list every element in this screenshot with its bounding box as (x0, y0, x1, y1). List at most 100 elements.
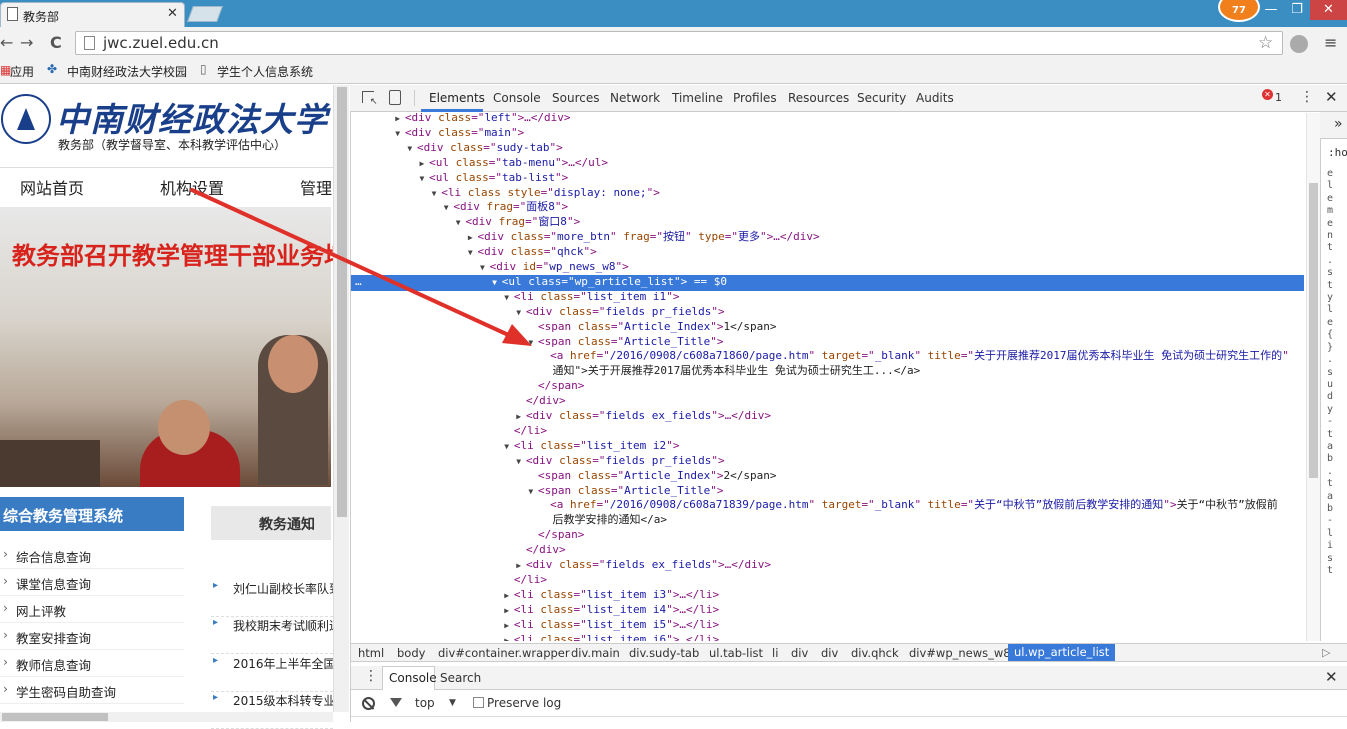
page-scrollbar[interactable] (333, 85, 349, 712)
collapse-node-icon[interactable]: ▼ (420, 174, 430, 183)
attr-name[interactable]: id (523, 260, 536, 273)
page-hscrollbar[interactable] (0, 712, 333, 722)
device-mode-icon[interactable] (389, 90, 401, 105)
dom-node[interactable]: 通知">关于开展推荐2017届优秀本科毕业生 免试为硕士研究生工...</a> (553, 364, 921, 380)
context-select[interactable]: top (415, 696, 435, 710)
attr-value[interactable]: /2016/0908/c608a71839/page.htm (610, 498, 809, 511)
collapse-node-icon[interactable]: ▼ (504, 442, 514, 451)
tab-audits[interactable]: Audits (916, 91, 954, 105)
address-bar[interactable]: jwc.zuel.edu.cn (75, 31, 1283, 55)
dom-node[interactable]: ▼ <div frag="窗口8"> (456, 215, 580, 231)
tab-console[interactable]: Console (493, 91, 541, 105)
attr-value[interactable]: /2016/0908/c608a71860/page.htm (610, 349, 809, 362)
styles-hover-toggle[interactable]: :ho (1328, 146, 1347, 159)
system-link[interactable]: 综合信息查询 (0, 542, 184, 569)
attr-name[interactable]: title (921, 349, 961, 362)
attr-value[interactable]: tab-list (502, 171, 555, 184)
new-tab-button[interactable] (187, 6, 223, 22)
tab-security[interactable]: Security (857, 91, 906, 105)
dom-node[interactable]: </div> (516, 394, 566, 410)
scroll-thumb[interactable] (337, 87, 347, 517)
dom-node[interactable]: ▶ <div class="fields ex_fields">…</div> (516, 558, 771, 574)
dom-node[interactable]: ▼ <div class="main"> (395, 126, 524, 142)
attr-name[interactable]: class (578, 484, 611, 497)
attr-name[interactable]: class (540, 439, 573, 452)
attr-name[interactable]: frag (617, 230, 650, 243)
collapse-node-icon[interactable]: ▼ (492, 278, 502, 287)
dom-node[interactable]: <span class="Article_Index">2</span> (528, 469, 776, 485)
system-link[interactable]: 学生密码自助查询 (0, 677, 184, 704)
attr-value[interactable]: 按钮 (663, 230, 685, 243)
filter-icon[interactable] (390, 698, 402, 707)
devtools-more-icon[interactable]: ⋮ (1300, 89, 1314, 105)
dom-node[interactable]: ▶ <div class="more_btn" frag="按钮" type="… (468, 230, 820, 246)
banner-headline[interactable]: 教务部召开教学管理干部业务培 (12, 236, 348, 271)
browser-tab[interactable]: 教务部 ✕ (0, 2, 185, 27)
collapse-node-icon[interactable]: ▼ (407, 144, 417, 153)
attr-name[interactable]: class (540, 633, 573, 642)
url-text[interactable]: jwc.zuel.edu.cn (103, 34, 219, 52)
minimize-button[interactable]: — (1258, 0, 1284, 20)
collapse-node-icon[interactable]: ▼ (456, 218, 466, 227)
dom-node[interactable]: <span class="Article_Index">1</span> (528, 320, 776, 336)
collapse-node-icon[interactable]: ▼ (395, 129, 405, 138)
dom-node[interactable]: ▶ <li class="list_item i3">…</li> (504, 588, 719, 604)
dom-node[interactable]: ▼ <div class="sudy-tab"> (407, 141, 562, 157)
tab-network[interactable]: Network (610, 91, 660, 105)
collapse-node-icon[interactable]: ▼ (504, 293, 514, 302)
expand-node-icon[interactable]: ▶ (504, 606, 514, 615)
clear-console-icon[interactable] (362, 697, 375, 710)
attr-name[interactable]: class (511, 245, 544, 258)
attr-value[interactable]: _blank (875, 349, 915, 362)
preserve-log-checkbox[interactable] (473, 697, 484, 708)
attr-value[interactable]: display: none; (554, 186, 647, 199)
expand-styles-icon[interactable]: » (1334, 116, 1343, 132)
expand-node-icon[interactable]: ▶ (516, 561, 526, 570)
attr-name[interactable]: class (559, 305, 592, 318)
attr-value[interactable]: left (484, 113, 511, 124)
error-count[interactable]: 1 (1275, 91, 1282, 104)
drawer-tab-console[interactable]: Console (382, 666, 437, 690)
attr-name[interactable]: class (450, 141, 483, 154)
expand-node-icon[interactable]: ▶ (420, 159, 430, 168)
forward-icon[interactable]: → (20, 33, 33, 52)
breadcrumb-item[interactable]: div.sudy-tab (629, 646, 699, 660)
attr-value[interactable]: Article_Title (624, 335, 710, 348)
breadcrumb-item[interactable]: div.main (571, 646, 620, 660)
attr-value[interactable]: list_item i4 (587, 603, 666, 616)
attr-name[interactable]: target (815, 498, 862, 511)
reload-icon[interactable]: C (50, 33, 62, 52)
dom-node[interactable]: ▶ <div class="left">…</div> (395, 113, 570, 127)
attr-name[interactable]: frag (486, 200, 513, 213)
attr-name[interactable]: href (570, 498, 597, 511)
attr-name[interactable]: class (540, 603, 573, 616)
tab-profiles[interactable]: Profiles (733, 91, 777, 105)
attr-value[interactable]: fields ex_fields (605, 409, 711, 422)
collapse-node-icon[interactable]: ▼ (528, 487, 538, 496)
dom-node[interactable]: </div> (516, 543, 566, 559)
attr-name[interactable]: title (921, 498, 961, 511)
attr-value[interactable]: list_item i5 (587, 618, 666, 631)
system-link[interactable]: 网上评教 (0, 596, 184, 623)
scroll-thumb[interactable] (2, 713, 108, 721)
tab-sources[interactable]: Sources (552, 91, 599, 105)
attr-name[interactable]: class (528, 275, 561, 288)
attr-value[interactable]: list_item i2 (587, 439, 666, 452)
node-actions-icon[interactable]: … (355, 275, 362, 290)
breadcrumb-item[interactable]: div (821, 646, 838, 660)
dom-node[interactable]: ▶ <li class="list_item i6">…</li> (504, 633, 719, 642)
expand-node-icon[interactable]: ▶ (468, 233, 478, 242)
attr-name[interactable]: class (456, 171, 489, 184)
attr-name[interactable]: class (511, 230, 544, 243)
system-link[interactable]: 教室安排查询 (0, 623, 184, 650)
bookmark-star-icon[interactable]: ☆ (1258, 33, 1273, 53)
attr-value[interactable]: fields pr_fields (605, 454, 711, 467)
attr-name[interactable]: class (456, 156, 489, 169)
attr-name[interactable]: class (559, 454, 592, 467)
attr-value[interactable]: list_item i6 (587, 633, 666, 642)
collapse-node-icon[interactable]: ▼ (516, 457, 526, 466)
attr-name[interactable]: href (570, 349, 597, 362)
attr-name[interactable]: class (559, 558, 592, 571)
attr-value[interactable]: 关于开展推荐2017届优秀本科毕业生 免试为硕士研究生工作的 (974, 349, 1282, 362)
breadcrumb-item[interactable]: ul.wp_article_list (1008, 644, 1116, 661)
